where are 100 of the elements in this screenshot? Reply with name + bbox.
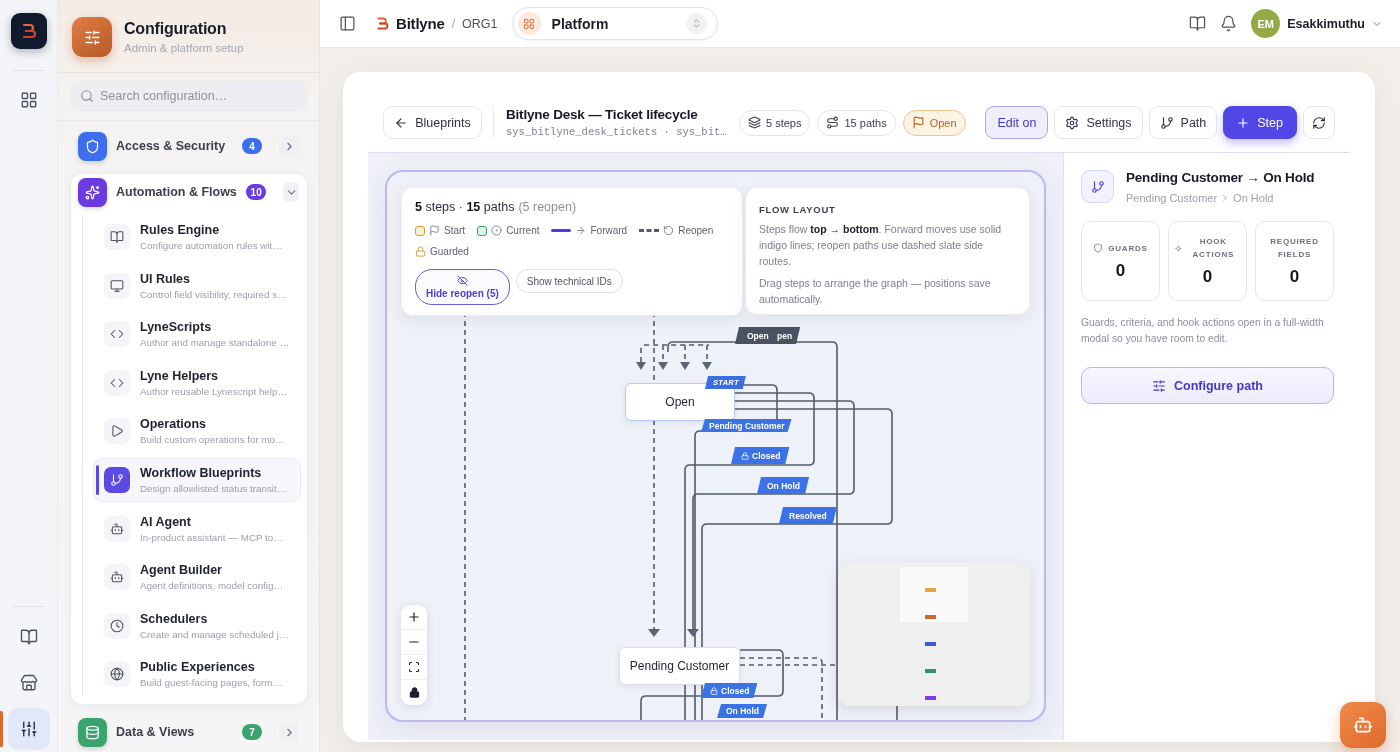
flag-icon (429, 225, 440, 236)
nav-item[interactable]: Workflow Blueprints Design allowlisted status transit… (93, 457, 301, 502)
item-title: Agent Builder (140, 563, 223, 578)
path-title: Pending Customer → On Hold (1126, 170, 1315, 185)
path-button[interactable]: Path (1148, 106, 1218, 139)
item-title: AI Agent (140, 514, 192, 529)
toggle-button[interactable]: Hide reopen (5) (415, 269, 510, 305)
refresh-icon (1312, 115, 1326, 130)
clock-icon (104, 612, 130, 639)
nav-item[interactable]: Agent Builder Agent definitions, model config… (93, 555, 301, 600)
back-button[interactable]: Blueprints (383, 106, 482, 139)
section-label[interactable]: Automation & Flows (116, 185, 237, 199)
flag-icon (911, 116, 925, 129)
book-icon (20, 628, 38, 646)
shield-icon (1093, 243, 1104, 253)
item-title: Schedulers (140, 611, 209, 626)
docs-button[interactable] (1189, 15, 1207, 32)
item-description: Design allowlisted status transit… (140, 482, 287, 494)
item-description: Build guest-facing pages, form… (140, 677, 283, 689)
flow-summary: 5 steps · 15 paths (415, 200, 515, 214)
section-label[interactable]: Access & Security (116, 139, 233, 153)
nav-item[interactable]: Operations Build custom operations for mo… (93, 409, 301, 454)
configure-path-button[interactable]: Configure path (1081, 367, 1334, 404)
arrow-right-icon (575, 225, 587, 236)
legend-label: Current (506, 225, 540, 236)
item-title: Operations (140, 417, 207, 432)
legend-label: Start (444, 225, 466, 236)
expand-button[interactable] (279, 136, 299, 156)
stat-value: 0 (1289, 267, 1300, 287)
play-icon (104, 418, 130, 445)
nav-item[interactable]: Public Experiences Build guest-facing pages, form… (93, 652, 301, 697)
bell-icon (1220, 15, 1238, 32)
branch-icon (1159, 115, 1174, 130)
chip-label: Open (929, 116, 957, 129)
plus-icon (407, 610, 421, 624)
section-label[interactable]: Data & Views (116, 725, 233, 740)
help-text: Drag steps to arrange the graph — positions save automatically. (759, 276, 992, 307)
sparkle-icon (1175, 243, 1182, 253)
grid-icon (20, 91, 38, 109)
eye-off-icon (456, 275, 468, 286)
route-icon (826, 116, 840, 129)
user-menu-button[interactable]: Esakkimuthu (1287, 16, 1383, 31)
item-description: Create and manage scheduled j… (140, 628, 289, 640)
count-badge: 7 (242, 724, 262, 741)
nav-item[interactable]: Rules Engine Configure automation rules wit… (93, 215, 301, 259)
robot-icon (104, 564, 130, 591)
sidebar-toggle-button[interactable] (339, 15, 356, 32)
expand-button[interactable] (279, 722, 299, 743)
nav-item[interactable]: Schedulers Create and manage scheduled j… (93, 603, 301, 648)
sliders-icon (1152, 378, 1167, 393)
count-badge: 10 (245, 184, 267, 200)
reopen-count: (5 reopen) (518, 200, 577, 214)
org-name: ORG1 (462, 16, 498, 31)
expand-button[interactable] (283, 182, 299, 202)
grid-icon (517, 12, 541, 35)
brand-name: Bitlyne (396, 15, 445, 32)
logo-icon (10, 13, 47, 49)
help-text: Steps flow top → bottom. Forward moves use solid indigo lines; reopen paths use dashed slate side routes. (759, 222, 1003, 269)
sidebar-subtitle: Admin & platform setup (124, 42, 244, 54)
target-icon (491, 225, 503, 236)
help-text: Guards, criteria, and hook actions open in a full-width modal so you have room to edit. (1081, 316, 1325, 346)
item-title: Lyne Helpers (140, 368, 220, 383)
robot-icon (1353, 715, 1373, 735)
fullscreen-icon (408, 661, 420, 673)
nav-item[interactable]: LyneScripts Author and manage standalone … (93, 312, 301, 357)
sliders-button[interactable] (8, 708, 50, 750)
branch-icon (104, 466, 130, 493)
item-title: Public Experiences (140, 660, 256, 675)
settings-button[interactable]: Settings (1054, 106, 1143, 139)
stat-label: HOOK ACTIONS (1191, 236, 1236, 261)
item-title: UI Rules (140, 271, 191, 286)
toggle-button[interactable]: Show technical IDs (515, 269, 623, 293)
legend-label: Forward (590, 225, 628, 236)
solid-line-icon (551, 229, 572, 232)
workspace-selector[interactable]: Platform (511, 7, 718, 40)
item-description: Agent definitions, model config… (140, 580, 284, 592)
count-badge: 4 (242, 138, 262, 154)
nav-item[interactable]: AI Agent In-product assistant — MCP to… (93, 506, 301, 551)
sliders-icon (20, 720, 38, 738)
breadcrumb-text: Pending Customer (1126, 192, 1218, 204)
branch-icon (1081, 170, 1114, 203)
item-description: Author and manage standalone … (140, 337, 290, 349)
user-avatar: EM (1251, 9, 1281, 38)
book-icon (1189, 15, 1207, 32)
assistant-button[interactable] (1340, 702, 1386, 748)
edit-toggle-button[interactable]: Edit on (985, 106, 1049, 139)
add-step-button[interactable]: Step (1223, 106, 1297, 139)
item-description: Configure automation rules wit… (140, 240, 283, 251)
nav-item[interactable]: UI Rules Control field visibility, required s… (93, 263, 301, 308)
notifications-button[interactable] (1220, 15, 1238, 32)
stat-value: 0 (1115, 260, 1126, 281)
item-title: LyneScripts (140, 320, 213, 335)
sidebar-title: Configuration (124, 20, 228, 38)
refresh-button[interactable] (1303, 106, 1335, 139)
blueprint-title: Bitlyne Desk — Ticket lifecycle (506, 107, 699, 122)
item-description: Author reusable Lynescript help… (140, 385, 288, 397)
plus-icon (1236, 115, 1251, 130)
book-icon (104, 224, 130, 250)
nav-item[interactable]: Lyne Helpers Author reusable Lynescript help… (93, 360, 301, 405)
search-field[interactable]: Search configuration… (69, 81, 308, 111)
